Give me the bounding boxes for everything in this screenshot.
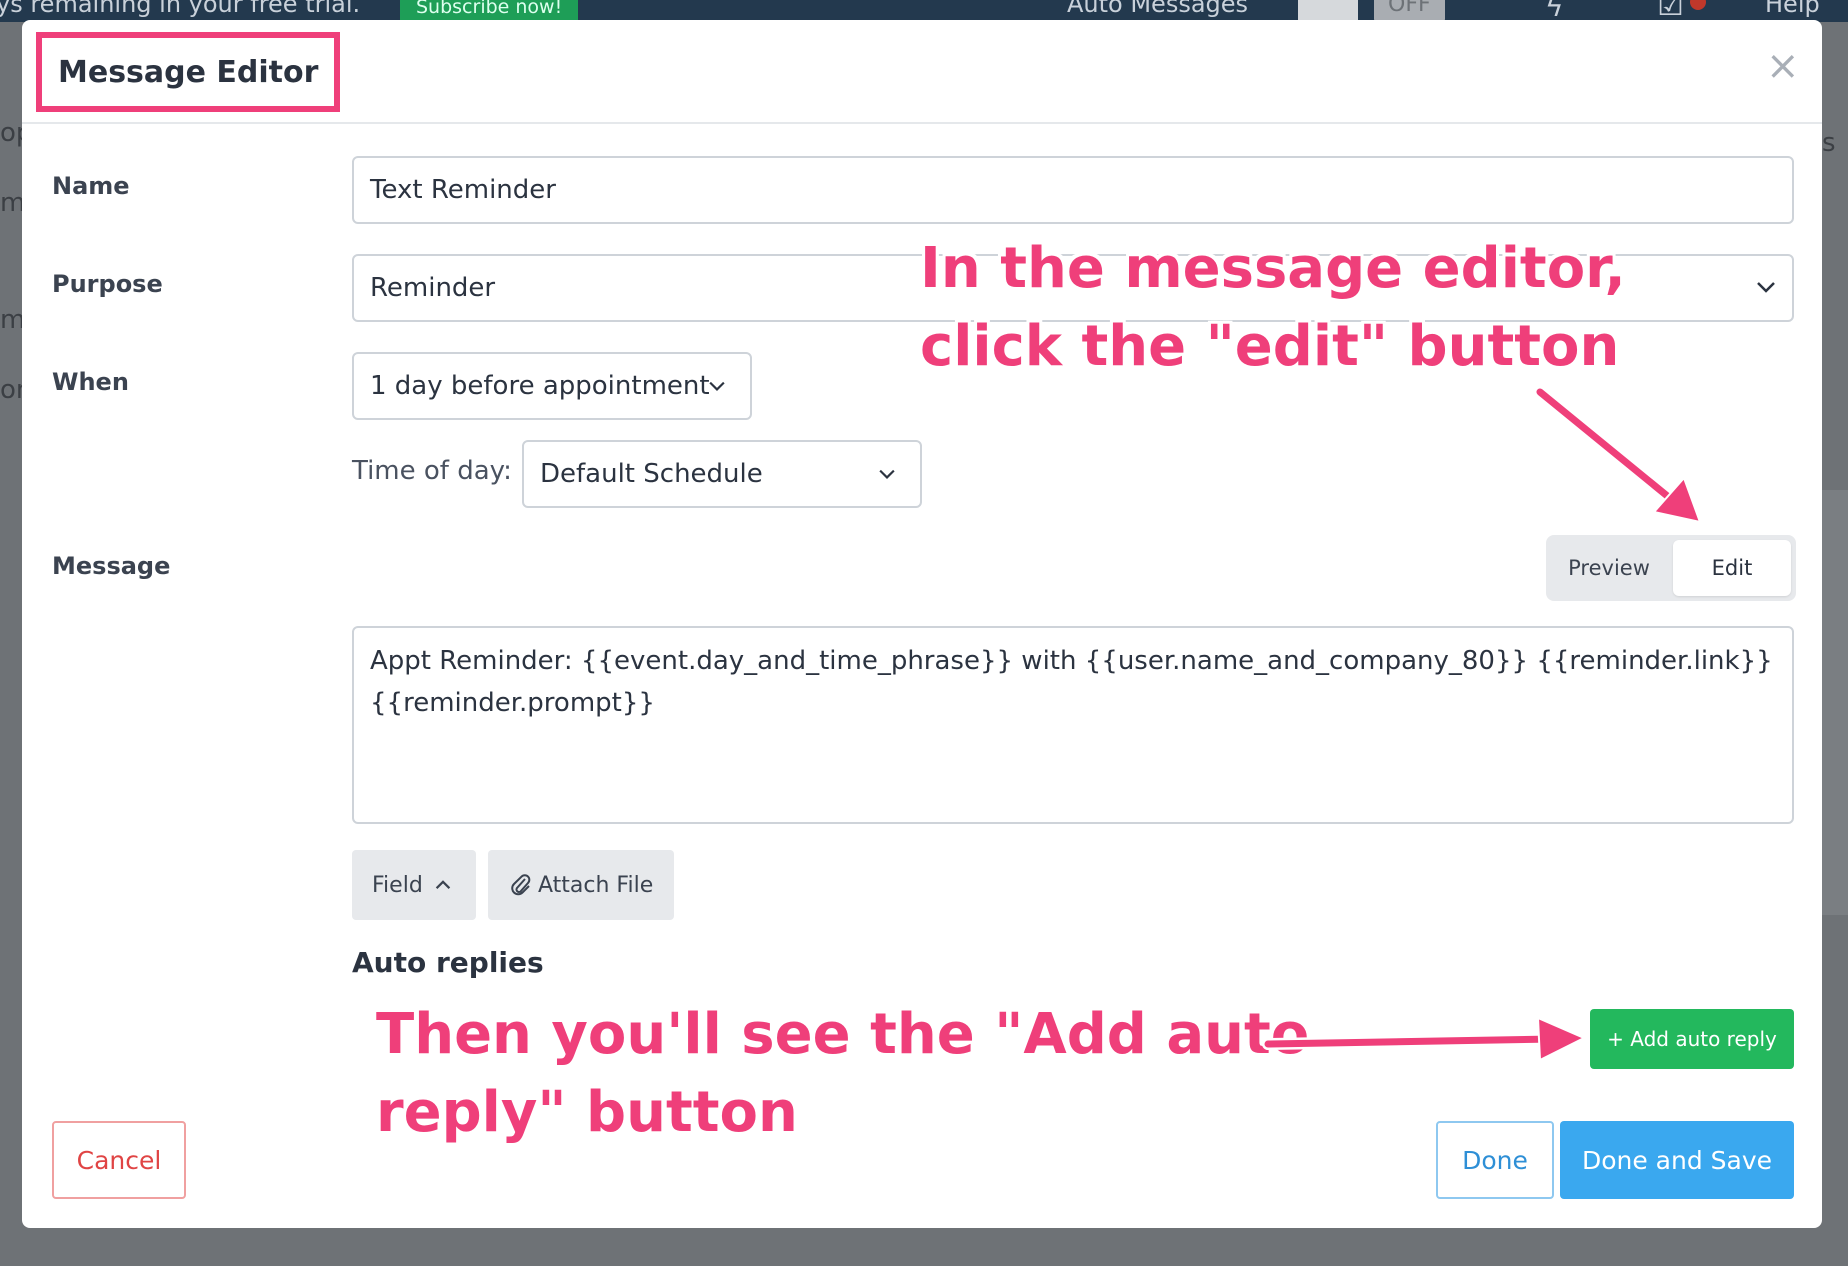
time-of-day-label: Time of day:: [352, 456, 512, 486]
chevron-down-icon: [879, 469, 895, 479]
bg-fragment: s: [1822, 128, 1836, 158]
help-link[interactable]: Help: [1765, 0, 1820, 18]
name-value: Text Reminder: [370, 175, 556, 205]
auto-messages-link[interactable]: Auto Messages: [1067, 0, 1248, 18]
close-icon[interactable]: ×: [1766, 46, 1800, 86]
add-auto-reply-button[interactable]: + Add auto reply: [1590, 1009, 1794, 1069]
chevron-down-icon: [709, 381, 725, 391]
off-toggle[interactable]: OFF: [1374, 0, 1445, 22]
edit-tab[interactable]: Edit: [1673, 540, 1791, 596]
paperclip-icon: [511, 874, 531, 896]
bg-fragment: m: [0, 305, 22, 335]
add-auto-reply-label: + Add auto reply: [1607, 1027, 1777, 1051]
field-button[interactable]: Field: [352, 850, 476, 920]
attach-file-button[interactable]: Attach File: [488, 850, 674, 920]
when-value: 1 day before appointment: [370, 371, 710, 401]
done-and-save-button[interactable]: Done and Save: [1560, 1121, 1794, 1199]
annotation-bottom: Then you'll see the "Add auto reply" but…: [376, 996, 1309, 1152]
cancel-label: Cancel: [76, 1145, 162, 1175]
title-highlight: Message Editor: [36, 32, 341, 112]
done-button[interactable]: Done: [1436, 1121, 1554, 1199]
attach-file-label: Attach File: [538, 872, 654, 898]
annotation-top: In the message editor, click the "edit" …: [920, 230, 1626, 386]
name-input[interactable]: Text Reminder: [352, 156, 1794, 224]
annotation-line: Then you'll see the "Add auto: [376, 1002, 1310, 1067]
when-select[interactable]: 1 day before appointment: [352, 352, 752, 420]
purpose-value: Reminder: [370, 273, 496, 303]
auto-replies-heading: Auto replies: [352, 946, 544, 979]
annotation-line: click the "edit" button: [920, 314, 1620, 379]
time-of-day-value: Default Schedule: [540, 459, 763, 489]
preview-edit-toggle: Preview Edit: [1546, 535, 1796, 601]
trial-text: ys remaining in your free trial.: [0, 0, 361, 18]
bg-fragment: m: [0, 188, 22, 218]
name-label: Name: [52, 172, 130, 200]
subscribe-button[interactable]: Subscribe now!: [400, 0, 579, 22]
field-button-label: Field: [372, 872, 423, 898]
bg-fragment: on: [0, 375, 22, 405]
cancel-button[interactable]: Cancel: [52, 1121, 186, 1199]
when-label: When: [52, 368, 129, 396]
message-label: Message: [52, 552, 171, 580]
done-label: Done: [1462, 1145, 1528, 1175]
checkbox-icon[interactable]: ☑: [1657, 0, 1684, 22]
chevron-up-icon: [435, 880, 450, 889]
preview-tab[interactable]: Preview: [1546, 535, 1672, 601]
purpose-label: Purpose: [52, 270, 163, 298]
notification-dot: [1690, 0, 1706, 10]
annotation-line: In the message editor,: [920, 236, 1626, 301]
message-line: {{reminder.prompt}}: [370, 688, 655, 718]
topbar-tab: [1298, 0, 1358, 22]
bg-fragment: op: [0, 118, 22, 148]
modal-header: Message Editor ×: [22, 20, 1822, 124]
top-bar: ys remaining in your free trial. Subscri…: [0, 0, 1848, 22]
lightning-icon[interactable]: ϟ: [1545, 0, 1563, 22]
message-line: Appt Reminder: {{event.day_and_time_phra…: [370, 646, 1773, 676]
done-and-save-label: Done and Save: [1581, 1145, 1773, 1175]
modal-title: Message Editor: [58, 54, 319, 90]
annotation-line: reply" button: [376, 1080, 798, 1145]
message-textarea[interactable]: Appt Reminder: {{event.day_and_time_phra…: [352, 626, 1794, 824]
time-of-day-select[interactable]: Default Schedule: [522, 440, 922, 508]
bg-right-panel: [1822, 490, 1848, 915]
chevron-down-icon: [1757, 282, 1775, 293]
